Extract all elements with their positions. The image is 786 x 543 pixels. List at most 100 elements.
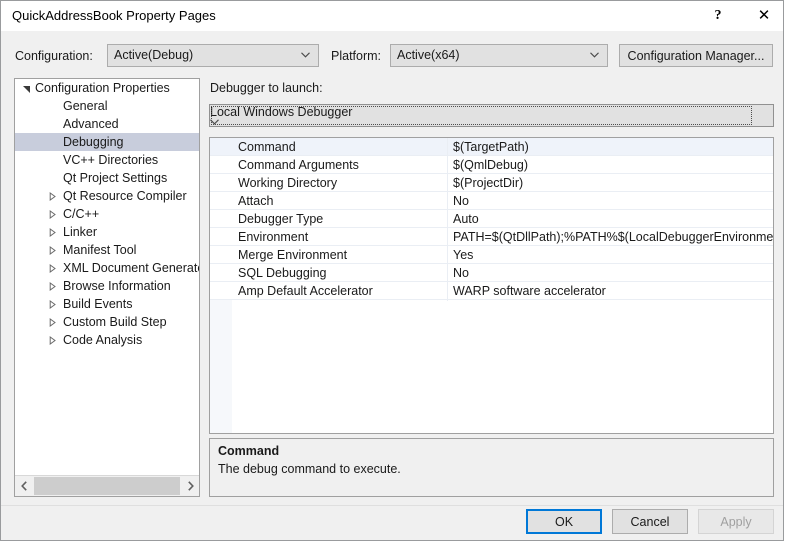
property-name: Command [238,140,296,154]
property-name: Environment [238,230,309,244]
debugging-property-grid[interactable]: Command $(TargetPath) Command Arguments $(Q… [209,137,774,434]
property-value[interactable]: No [453,264,469,282]
property-value[interactable]: PATH=$(QtDllPath);%PATH%$(LocalDebuggerE… [453,228,773,246]
triangle-right-icon[interactable] [48,246,57,255]
tree-item-custom-build-step[interactable]: Custom Build Step [15,313,199,331]
chevron-down-icon [301,52,310,58]
triangle-right-icon[interactable] [48,210,57,219]
tree-item-label: Qt Resource Compiler [63,189,187,203]
property-name: Working Directory [238,176,338,190]
tree-item-label: Advanced [63,117,119,131]
tree-item-qt-resource-compiler[interactable]: Qt Resource Compiler [15,187,199,205]
focus-indicator [211,106,752,125]
tree-item-label: Debugging [63,135,124,149]
property-row[interactable]: Amp Default Accelerator WARP software acc… [210,282,773,300]
scrollbar-thumb[interactable] [34,477,180,495]
property-name: Command Arguments [238,158,359,172]
property-value[interactable]: No [453,192,469,210]
scroll-right-arrow-icon[interactable] [181,476,199,496]
property-row[interactable]: Command $(TargetPath) [210,138,773,156]
property-value[interactable]: $(ProjectDir) [453,174,523,192]
grid-rows: Command $(TargetPath) Command Arguments $(Q… [210,138,773,300]
ok-button[interactable]: OK [526,509,602,534]
tree-item-configuration-properties[interactable]: Configuration Properties [15,79,199,97]
property-name: Merge Environment [238,248,348,262]
property-name: Attach [238,194,274,208]
question-mark-icon: ? [714,7,722,23]
configuration-manager-button[interactable]: Configuration Manager... [619,44,773,67]
tree-item-linker[interactable]: Linker [15,223,199,241]
tree-item-xml-document-generator[interactable]: XML Document Generator [15,259,199,277]
tree-item-label: Qt Project Settings [63,171,168,185]
tree-item-qt-project-settings[interactable]: Qt Project Settings [15,169,199,187]
tree-item-vc-directories[interactable]: VC++ Directories [15,151,199,169]
property-row[interactable]: Attach No [210,192,773,210]
property-name: Amp Default Accelerator [238,284,373,298]
tree-item-label: Manifest Tool [63,243,137,257]
triangle-right-icon[interactable] [48,300,57,309]
tree-item-debugging[interactable]: Debugging [15,133,199,151]
tree-item-browse-information[interactable]: Browse Information [15,277,199,295]
tree-item-label: VC++ Directories [63,153,159,167]
configuration-label: Configuration: [15,49,93,63]
footer-separator [1,505,783,506]
scroll-left-arrow-icon[interactable] [15,476,33,496]
tree-horizontal-scrollbar[interactable] [15,475,199,496]
close-icon: ✕ [757,6,771,24]
title-bar: QuickAddressBook Property Pages ? ✕ [1,1,783,31]
tree-item-label: General [63,99,108,113]
platform-value: Active(x64) [397,48,460,62]
property-row[interactable]: Debugger Type Auto [210,210,773,228]
property-name: Debugger Type [238,212,324,226]
description-pane: Command The debug command to execute. [209,438,774,497]
property-value[interactable]: Yes [453,246,473,264]
tree-item-label: Code Analysis [63,333,143,347]
property-name: SQL Debugging [238,266,327,280]
property-row[interactable]: Working Directory $(ProjectDir) [210,174,773,192]
window-title: QuickAddressBook Property Pages [12,8,216,23]
triangle-right-icon[interactable] [48,282,57,291]
configuration-dropdown[interactable]: Active(Debug) [107,44,319,67]
triangle-right-icon[interactable] [48,264,57,273]
description-title: Command [218,444,280,458]
cancel-button[interactable]: Cancel [612,509,688,534]
chevron-down-icon [590,52,599,58]
triangle-right-icon[interactable] [48,192,57,201]
tree-item-label: Build Events [63,297,133,311]
tree-item-code-analysis[interactable]: Code Analysis [15,331,199,349]
apply-button: Apply [698,509,774,534]
debugger-to-launch-dropdown[interactable]: Local Windows Debugger [209,104,774,127]
configuration-properties-tree[interactable]: Configuration Properties General Advanced D… [14,78,200,497]
property-value[interactable]: $(QmlDebug) [453,156,528,174]
tree-item-label: Configuration Properties [35,81,170,95]
platform-dropdown[interactable]: Active(x64) [390,44,608,67]
close-button[interactable]: ✕ [741,1,786,30]
tree-item-label: XML Document Generator [63,261,199,275]
property-row[interactable]: Merge Environment Yes [210,246,773,264]
property-row[interactable]: SQL Debugging No [210,264,773,282]
tree-item-build-events[interactable]: Build Events [15,295,199,313]
tree-item-general[interactable]: General [15,97,199,115]
configuration-value: Active(Debug) [114,48,194,62]
tree-item-label: Linker [63,225,98,239]
triangle-down-icon[interactable] [22,84,31,93]
tree-item-label: C/C++ [63,207,100,221]
triangle-right-icon[interactable] [48,336,57,345]
description-body: The debug command to execute. [218,462,401,476]
triangle-right-icon[interactable] [48,228,57,237]
property-value[interactable]: Auto [453,210,479,228]
tree-item-c-c[interactable]: C/C++ [15,205,199,223]
property-pages-dialog: QuickAddressBook Property Pages ? ✕ Conf… [0,0,784,541]
tree-item-manifest-tool[interactable]: Manifest Tool [15,241,199,259]
property-row[interactable]: Environment PATH=$(QtDllPath);%PATH%$(Loc… [210,228,773,246]
triangle-right-icon[interactable] [48,318,57,327]
property-row[interactable]: Command Arguments $(QmlDebug) [210,156,773,174]
tree-scroll-area: Configuration Properties General Advanced D… [15,79,199,475]
debugger-to-launch-label: Debugger to launch: [210,81,323,95]
tree-item-advanced[interactable]: Advanced [15,115,199,133]
property-value[interactable]: $(TargetPath) [453,138,529,156]
platform-label: Platform: [331,49,382,63]
grid-column-divider[interactable] [447,138,448,301]
property-value[interactable]: WARP software accelerator [453,282,606,300]
help-button[interactable]: ? [695,1,741,30]
